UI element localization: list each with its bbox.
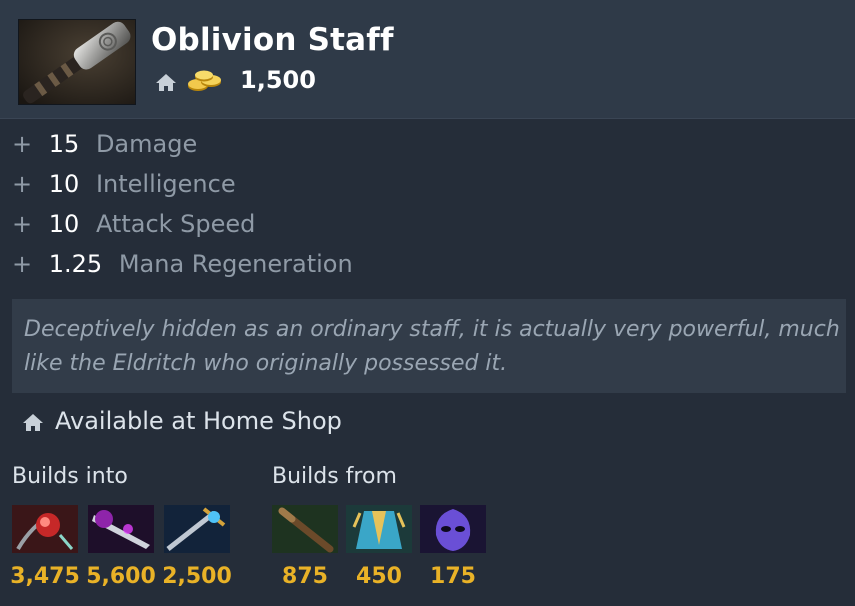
staff-icon [18, 19, 136, 105]
attribute-row: + 10 Attack Speed [12, 208, 353, 248]
item-price: 875 [282, 564, 328, 589]
home-icon [22, 412, 44, 432]
blue-sword-item-icon[interactable] [164, 505, 230, 553]
attribute-name: Attack Speed [95, 210, 256, 238]
robe-icon[interactable] [346, 505, 412, 553]
attribute-row: + 1.25 Mana Regeneration [12, 248, 353, 288]
attribute-row: + 15 Damage [12, 128, 353, 168]
plus-sign: + [12, 130, 33, 158]
plus-sign: + [12, 210, 33, 238]
red-orb-item-icon[interactable] [12, 505, 78, 553]
attribute-name: Mana Regeneration [118, 250, 353, 278]
attribute-value: 1.25 [48, 250, 103, 278]
item-header: Oblivion Staff 1,500 [0, 0, 855, 119]
item-price: 2,500 [162, 564, 232, 589]
builds-into-label: Builds into [12, 464, 128, 489]
item-title: Oblivion Staff [151, 22, 394, 58]
cost-value: 1,500 [240, 66, 316, 94]
home-icon [155, 72, 177, 92]
item-price: 5,600 [86, 564, 156, 589]
purple-blade-item-icon[interactable] [88, 505, 154, 553]
gold-coins-icon [187, 69, 223, 93]
item-price: 175 [430, 564, 476, 589]
attribute-name: Intelligence [95, 170, 236, 198]
item-price: 3,475 [10, 564, 80, 589]
attribute-name: Damage [95, 130, 198, 158]
attribute-value: 15 [48, 130, 80, 158]
attribute-row: + 10 Intelligence [12, 168, 353, 208]
plus-sign: + [12, 250, 33, 278]
lore-text: Deceptively hidden as an ordinary staff,… [24, 317, 840, 376]
quarterstaff-icon[interactable] [272, 505, 338, 553]
availability-text: Available at Home Shop [55, 407, 342, 435]
lore-box: Deceptively hidden as an ordinary staff,… [12, 299, 846, 393]
mask-icon[interactable] [420, 505, 486, 553]
attribute-value: 10 [48, 210, 80, 238]
attribute-list: + 15 Damage + 10 Intelligence + 10 Attac… [12, 128, 353, 288]
attribute-value: 10 [48, 170, 80, 198]
plus-sign: + [12, 170, 33, 198]
builds-from-label: Builds from [272, 464, 397, 489]
item-price: 450 [356, 564, 402, 589]
